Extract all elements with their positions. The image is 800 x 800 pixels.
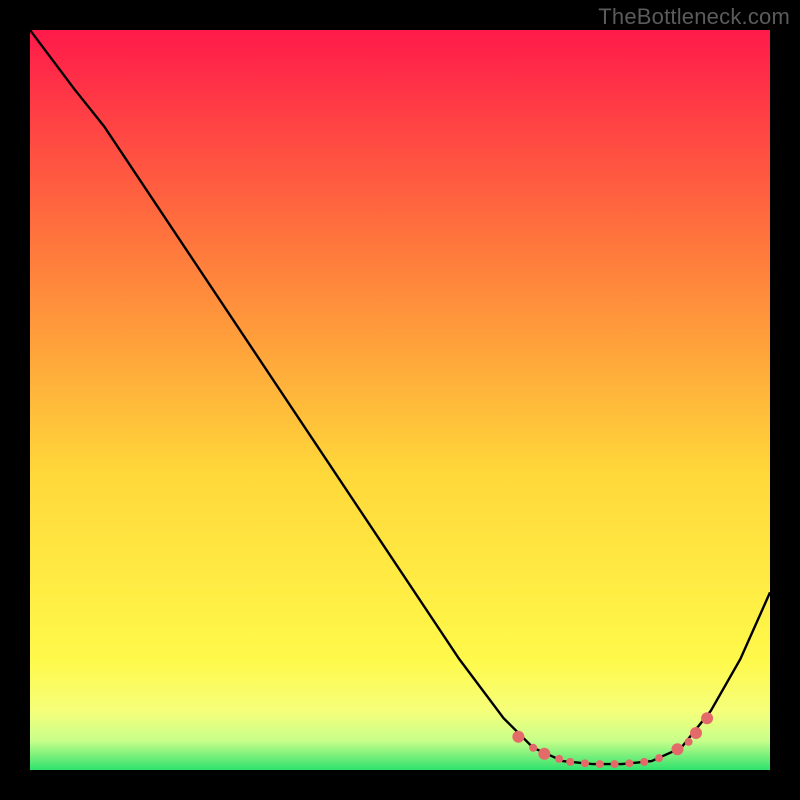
bottom-dot: [685, 738, 693, 746]
bottom-dot: [512, 731, 524, 743]
chart-svg: [30, 30, 770, 770]
bottom-dot: [581, 759, 589, 767]
bottom-dot: [701, 712, 713, 724]
chart-background: [30, 30, 770, 770]
bottom-dot: [690, 727, 702, 739]
bottom-dot: [566, 758, 574, 766]
watermark-text: TheBottleneck.com: [598, 4, 790, 30]
bottom-dot: [555, 755, 563, 763]
chart-plot-area: [30, 30, 770, 770]
bottom-dot: [611, 760, 619, 768]
bottom-dot: [625, 759, 633, 767]
bottom-dot: [655, 754, 663, 762]
bottom-dot: [672, 743, 684, 755]
bottom-dot: [640, 758, 648, 766]
bottom-dot: [596, 760, 604, 768]
bottom-dot: [538, 748, 550, 760]
bottom-dot: [529, 744, 537, 752]
